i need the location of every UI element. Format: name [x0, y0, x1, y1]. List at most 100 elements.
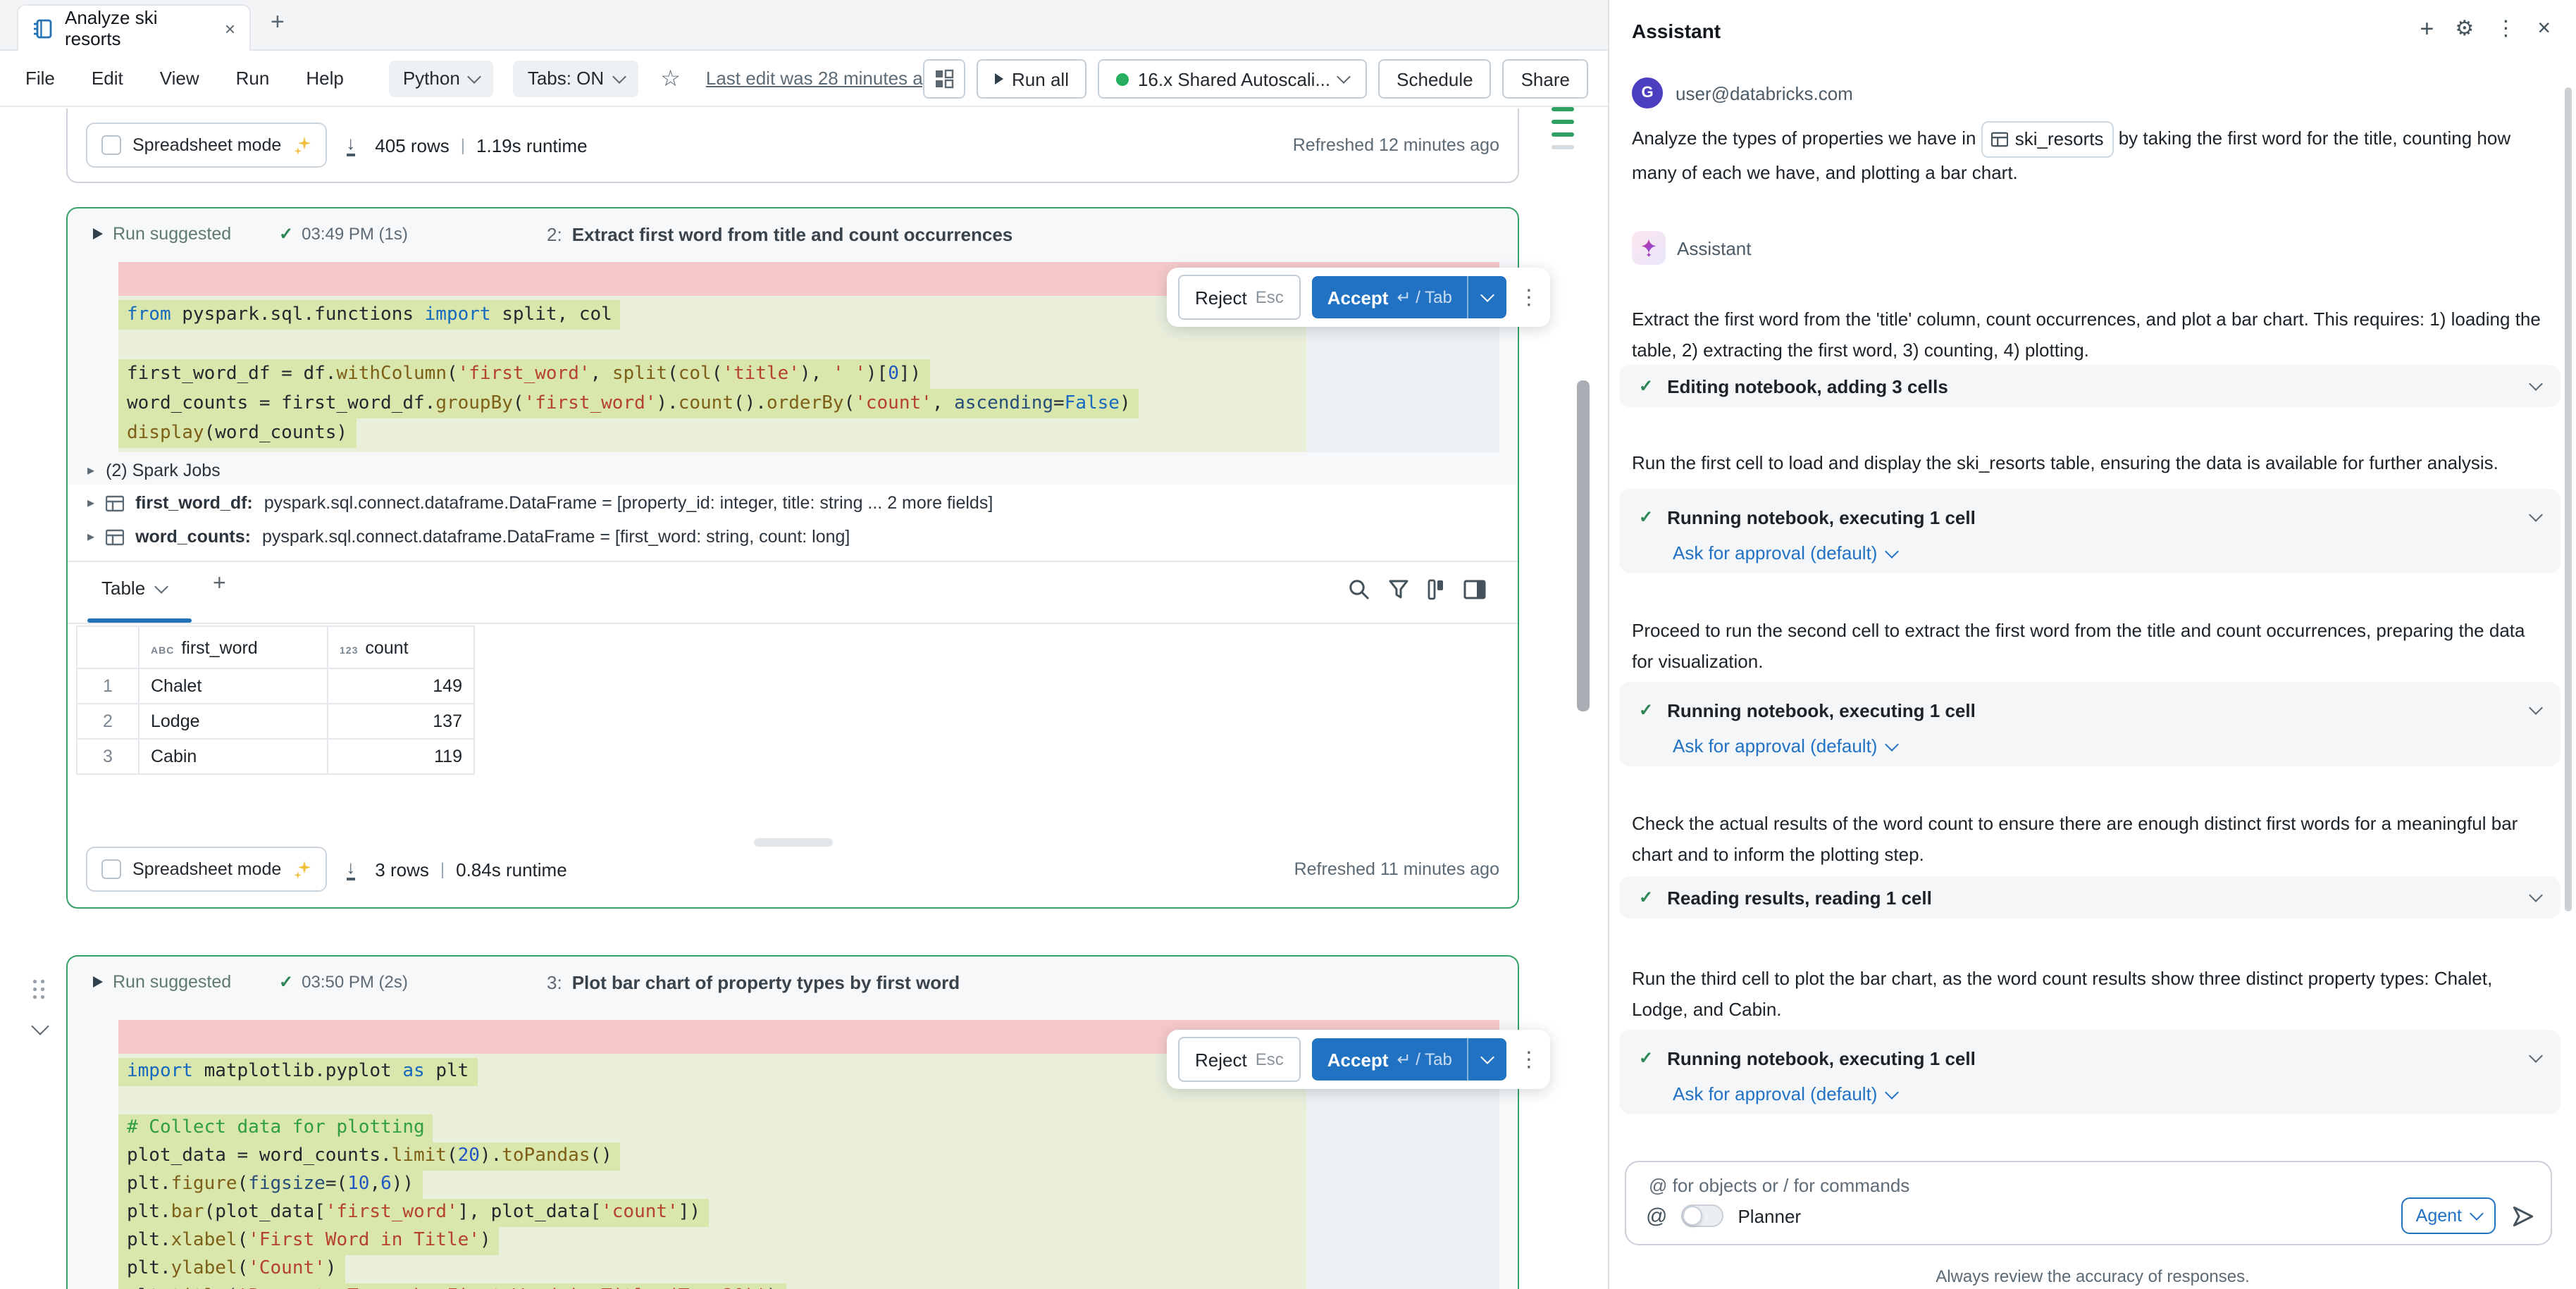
gear-icon[interactable]: ⚙ — [2455, 18, 2474, 39]
resize-handle[interactable] — [754, 838, 833, 847]
search-icon[interactable] — [1347, 578, 1371, 609]
row-count: 405 rows — [375, 135, 450, 156]
spreadsheet-mode-button[interactable]: Spreadsheet mode — [86, 847, 326, 892]
side-panel-icon[interactable] — [1463, 578, 1487, 609]
menu-edit[interactable]: Edit — [92, 68, 123, 89]
step-card-editing-notebook[interactable]: ✓Editing notebook, adding 3 cells — [1619, 365, 2560, 407]
tab-close-icon[interactable]: × — [225, 18, 235, 39]
planner-toggle[interactable] — [1681, 1204, 1723, 1227]
sparkle-icon — [292, 136, 311, 154]
cell-count: 119 — [328, 739, 474, 774]
download-icon[interactable]: ↓ — [346, 134, 355, 156]
checkbox[interactable] — [101, 859, 121, 879]
menu-run[interactable]: Run — [236, 68, 270, 89]
minimap-cell-marker — [1552, 107, 1574, 111]
approval-mode-link[interactable]: Ask for approval (default) — [1673, 735, 1897, 756]
accept-button[interactable]: Accept↵ / Tab — [1312, 276, 1468, 318]
run-all-button[interactable]: Run all — [977, 59, 1087, 99]
step-card-reading-results[interactable]: ✓Reading results, reading 1 cell — [1619, 876, 2560, 919]
agent-mode-selector[interactable]: Agent — [2402, 1197, 2496, 1234]
cell-count: 137 — [328, 704, 474, 739]
new-tab-button[interactable]: + — [271, 8, 285, 37]
cell-count: 149 — [328, 668, 474, 704]
user-avatar: G — [1632, 77, 1663, 108]
cell-drag-handle[interactable] — [31, 978, 47, 1000]
assistant-paragraph: Proceed to run the second cell to extrac… — [1632, 616, 2548, 678]
accept-options-button[interactable] — [1468, 1038, 1507, 1081]
chevron-down-icon — [1481, 1050, 1495, 1064]
run-suggested-button[interactable]: Run suggested — [93, 224, 231, 244]
chat-input[interactable] — [1646, 1173, 2537, 1197]
dataframe-type: pyspark.sql.connect.dataframe.DataFrame … — [262, 527, 850, 547]
chevron-down-icon — [612, 69, 626, 83]
dataframe-icon — [106, 528, 124, 546]
reject-button[interactable]: RejectEsc — [1178, 1037, 1301, 1082]
accept-options-button[interactable] — [1468, 276, 1507, 318]
send-button[interactable] — [2510, 1202, 2537, 1229]
play-icon — [995, 73, 1003, 85]
add-visualization-button[interactable]: + — [213, 572, 226, 597]
kebab-menu-icon[interactable]: ⋮ — [2495, 18, 2516, 39]
cell-run-status: ✓03:50 PM (2s) — [279, 972, 408, 992]
language-selector[interactable]: Python — [389, 60, 494, 96]
checkbox[interactable] — [101, 135, 121, 155]
spreadsheet-mode-button[interactable]: Spreadsheet mode — [86, 123, 326, 168]
filter-icon[interactable] — [1387, 578, 1411, 609]
kebab-menu-icon[interactable]: ⋮ — [1518, 1047, 1540, 1072]
menu-help[interactable]: Help — [306, 68, 344, 89]
notebook-scrollbar[interactable] — [1577, 380, 1590, 711]
dataframe-row[interactable]: ▸ first_word_df:pyspark.sql.connect.data… — [87, 493, 993, 513]
schedule-button[interactable]: Schedule — [1378, 59, 1491, 99]
mention-button[interactable]: @ — [1646, 1204, 1667, 1228]
cluster-selector[interactable]: 16.x Shared Autoscali... — [1098, 59, 1367, 99]
column-header-first-word[interactable]: ABCfirst_word — [139, 626, 328, 668]
spark-jobs-row[interactable]: ▸(2) Spark Jobs — [87, 461, 221, 480]
panel-scrollbar[interactable] — [2565, 87, 2572, 911]
check-icon: ✓ — [1639, 1048, 1653, 1068]
row-number: 2 — [77, 704, 139, 739]
notebook-tab-bar: Analyze ski resorts × + — [0, 0, 1608, 51]
accept-button[interactable]: Accept↵ / Tab — [1312, 1038, 1468, 1081]
chevron-down-icon — [1885, 737, 1900, 751]
close-icon[interactable]: × — [2537, 18, 2551, 39]
kebab-menu-icon[interactable]: ⋮ — [1518, 285, 1540, 310]
esc-hint: Esc — [1256, 1050, 1284, 1069]
step-card-running-notebook-3[interactable]: ✓Running notebook, executing 1 cell Ask … — [1619, 1030, 2560, 1114]
check-icon: ✓ — [1639, 507, 1653, 527]
download-icon[interactable]: ↓ — [346, 858, 355, 880]
tab-table[interactable]: Table — [101, 578, 166, 599]
share-button[interactable]: Share — [1503, 59, 1588, 99]
tabs-toggle[interactable]: Tabs: ON — [514, 60, 638, 96]
chat-input-box: @ Planner Agent — [1625, 1161, 2552, 1245]
chevron-down-icon — [2529, 701, 2543, 715]
runtime: 0.84s runtime — [456, 859, 567, 880]
approval-mode-link[interactable]: Ask for approval (default) — [1673, 542, 1897, 563]
code-lines: import matplotlib.pyplot as plt# Collect… — [118, 1058, 1306, 1289]
layout-grid-button[interactable] — [923, 59, 965, 99]
dataframe-row[interactable]: ▸ word_counts:pyspark.sql.connect.datafr… — [87, 527, 850, 547]
chevron-down-icon — [2529, 1049, 2543, 1063]
column-header-count[interactable]: 123count — [328, 626, 474, 668]
run-suggested-button[interactable]: Run suggested — [93, 972, 231, 992]
step-card-running-notebook-1[interactable]: ✓Running notebook, executing 1 cell Ask … — [1619, 489, 2560, 573]
step-card-running-notebook-2[interactable]: ✓Running notebook, executing 1 cell Ask … — [1619, 682, 2560, 766]
accept-keys-hint: ↵ / Tab — [1397, 1050, 1451, 1069]
new-chat-icon[interactable]: + — [2420, 18, 2434, 39]
last-edit-link[interactable]: Last edit was 28 minutes ago — [706, 68, 943, 89]
collapse-cell-chevron-icon[interactable] — [31, 1017, 49, 1035]
data-profile-icon[interactable] — [1423, 578, 1447, 609]
approval-mode-link[interactable]: Ask for approval (default) — [1673, 1083, 1897, 1104]
accuracy-disclaimer: Always review the accuracy of responses. — [1609, 1266, 2576, 1286]
assistant-avatar-icon — [1632, 231, 1666, 265]
notebook-menu-bar: File Edit View Run Help Python Tabs: ON … — [0, 51, 1608, 107]
tab-analyze-ski-resorts[interactable]: Analyze ski resorts × — [17, 4, 251, 51]
favorite-star-icon[interactable]: ☆ — [660, 64, 681, 92]
cell-1-results-footer: Spreadsheet mode ↓ 405 rows | 1.19s runt… — [66, 108, 1519, 183]
user-email: user@databricks.com — [1676, 83, 1853, 104]
table-chip[interactable]: ski_resorts — [1981, 121, 2114, 158]
diff-action-bar: RejectEsc Accept↵ / Tab ⋮ — [1167, 268, 1551, 327]
dataframe-icon — [106, 494, 124, 512]
reject-button[interactable]: RejectEsc — [1178, 275, 1301, 320]
menu-file[interactable]: File — [25, 68, 55, 89]
menu-view[interactable]: View — [160, 68, 199, 89]
